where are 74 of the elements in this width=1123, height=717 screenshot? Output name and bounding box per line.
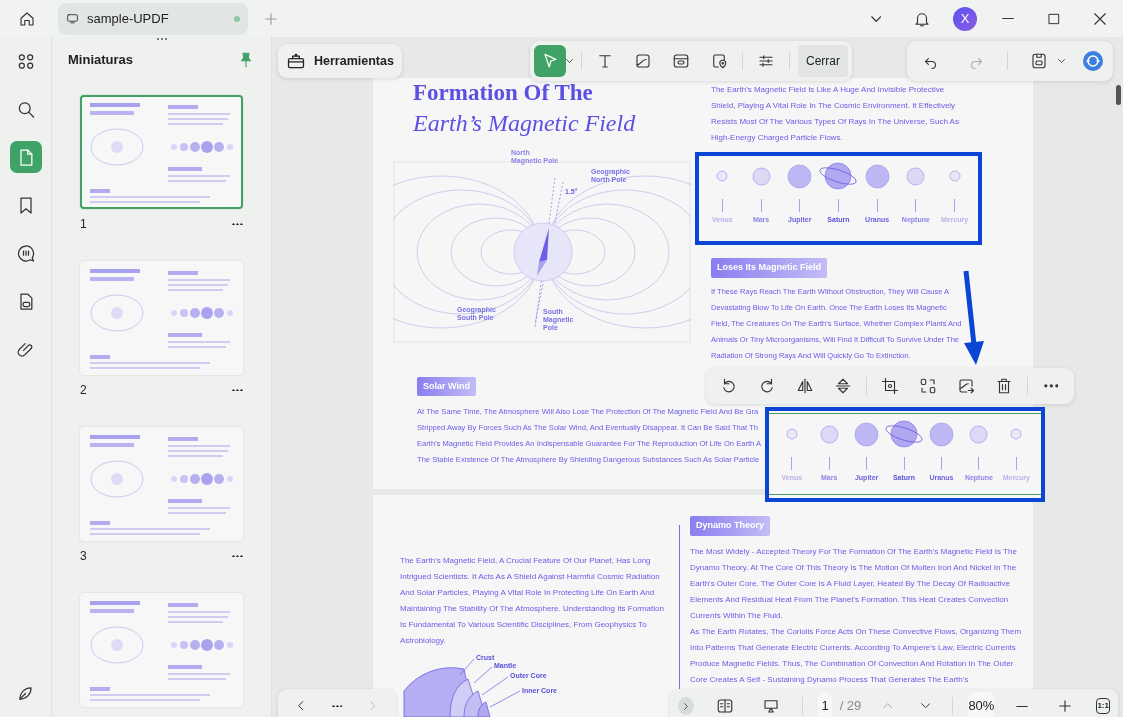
paragraph: The Earth's Magnetic Field Is Like A Huge And Invisible Protective Shield, Playing A Vital Role In The Cosmic Environment. It Effectively Resists Most Of The Various Types Of Rays In The Universe, Such As High-Energy Charged Particle Flows. <box>710 84 960 144</box>
more-icon[interactable] <box>232 388 243 392</box>
document-title: Formation Of The <box>413 80 594 106</box>
sidebar-page-button[interactable] <box>9 141 42 173</box>
chevron-left-icon <box>298 701 304 711</box>
page-input[interactable]: 1 <box>818 692 832 717</box>
chevron-down-icon[interactable] <box>1058 59 1065 63</box>
leader-line <box>459 658 475 676</box>
paragraph: The Earth's Magnetic Field, A Crucial Feature Of Our Planet, Has Long Intrigued Scientists. It Acts As A Shield Against Harmful Cosmic Radiation And Solar Particles, Playing A Vital Role In Protecting Life On Earth And Maintaining The Stability Of The Atmosphere. Understanding Its Formation Is Fundamental To Various Scientific Disciplines, From Geophysics To Astrobiology. <box>400 555 665 647</box>
ringed-planet-icon <box>818 161 859 191</box>
page-thumbnail[interactable] <box>80 427 243 541</box>
page-number: 1 <box>80 216 87 233</box>
minimize-icon <box>1002 17 1014 20</box>
expand-button[interactable] <box>678 697 694 715</box>
leader-line <box>473 666 493 684</box>
save-icon <box>1030 52 1048 70</box>
panel-title: Miniaturas <box>68 51 133 70</box>
page-total: / 29 <box>839 697 862 716</box>
section-heading: Dynamo Theory <box>690 516 770 536</box>
paragraph: The Most Widely - Accepted Theory For The Formation Of The Earth's Magnetic Field Is The Dynamo Theory. At The Core Of This Theory Is The Motion Of Molten Iron And Nickel In The Earth's Outer Core. The Outer Core Is A Fluid Layer, Heated By The Decay Of Radioactive Elements And Residual Heat From The Planet's Formation. This Heat Creates Convection Currents Within The Fluid. <box>690 545 1018 622</box>
planet-icon <box>864 163 890 189</box>
tab-title: sample-UPDF <box>87 9 169 28</box>
planet-icon <box>785 428 798 440</box>
page-thumbnail[interactable] <box>80 95 243 209</box>
document-tab[interactable]: sample-UPDF <box>58 2 248 35</box>
planet-icon <box>854 421 880 447</box>
scrollbar-thumb[interactable] <box>1116 85 1121 105</box>
chevron-down-icon <box>870 15 882 22</box>
planet-icon <box>948 170 961 182</box>
link-box-icon <box>672 51 690 71</box>
toolbox-icon <box>286 51 306 71</box>
leader-line <box>481 676 509 696</box>
more-icon[interactable] <box>331 704 343 708</box>
page-number: 2 <box>80 382 87 399</box>
chevron-down-icon <box>920 703 930 709</box>
document-subtitle: Earth’s Magnetic Field <box>413 109 637 138</box>
planet-icon <box>969 424 989 444</box>
image-icon <box>634 51 652 71</box>
user-avatar[interactable]: X <box>953 6 977 31</box>
assistant-icon[interactable] <box>1081 49 1105 73</box>
book-icon <box>716 696 734 716</box>
chevron-up-icon <box>883 703 893 709</box>
ringed-planet-icon <box>884 419 925 449</box>
comment-icon <box>15 242 36 264</box>
more-icon[interactable] <box>232 222 243 226</box>
chevron-right-icon <box>370 701 376 711</box>
planet-icon <box>906 166 926 186</box>
tools-button[interactable]: Herramientas <box>278 44 402 78</box>
monitor-icon <box>66 12 79 25</box>
section-heading: Solar Wind <box>417 376 476 396</box>
planet-icon <box>716 170 729 182</box>
planet-icon <box>787 163 813 189</box>
planet-icon <box>819 424 839 444</box>
actual-size-button[interactable]: 1:1 <box>1096 698 1110 714</box>
paragraph: As The Earth Rotates, The Coriolis Force Acts On These Convective Flows, Organizing Them Into Patterns That Generate Electric Currents. According To Ampere's Law, Electric Currents Produce Magnetic Fields. Thus, The Combination Of Convection And Rotation In The Outer Core Creates A Self - Sustaining Dynamo Process That Generates The Earth's <box>690 625 1023 686</box>
drag-handle-icon[interactable] <box>155 37 168 41</box>
close-edit-button[interactable]: Cerrar <box>798 45 848 77</box>
minus-icon <box>1016 704 1029 708</box>
planet-icon <box>751 166 771 186</box>
page-thumbnail[interactable] <box>80 261 243 375</box>
location-pin-icon <box>710 51 728 71</box>
leader-line <box>489 690 521 708</box>
crop-icon <box>881 375 899 397</box>
page-number: 3 <box>80 548 87 565</box>
section-heading: Loses Its Magnetic Field <box>711 258 828 278</box>
chevron-right-icon <box>684 702 688 710</box>
chevron-down-icon[interactable] <box>566 59 573 63</box>
more-icon <box>1043 384 1059 388</box>
planet-icon <box>1010 428 1023 440</box>
page-thumbnail[interactable] <box>80 593 243 707</box>
planet-icon <box>928 421 954 447</box>
zoom-input[interactable]: 80% <box>968 692 995 717</box>
more-icon[interactable] <box>232 554 243 558</box>
cursor-tool-button[interactable] <box>534 45 566 77</box>
